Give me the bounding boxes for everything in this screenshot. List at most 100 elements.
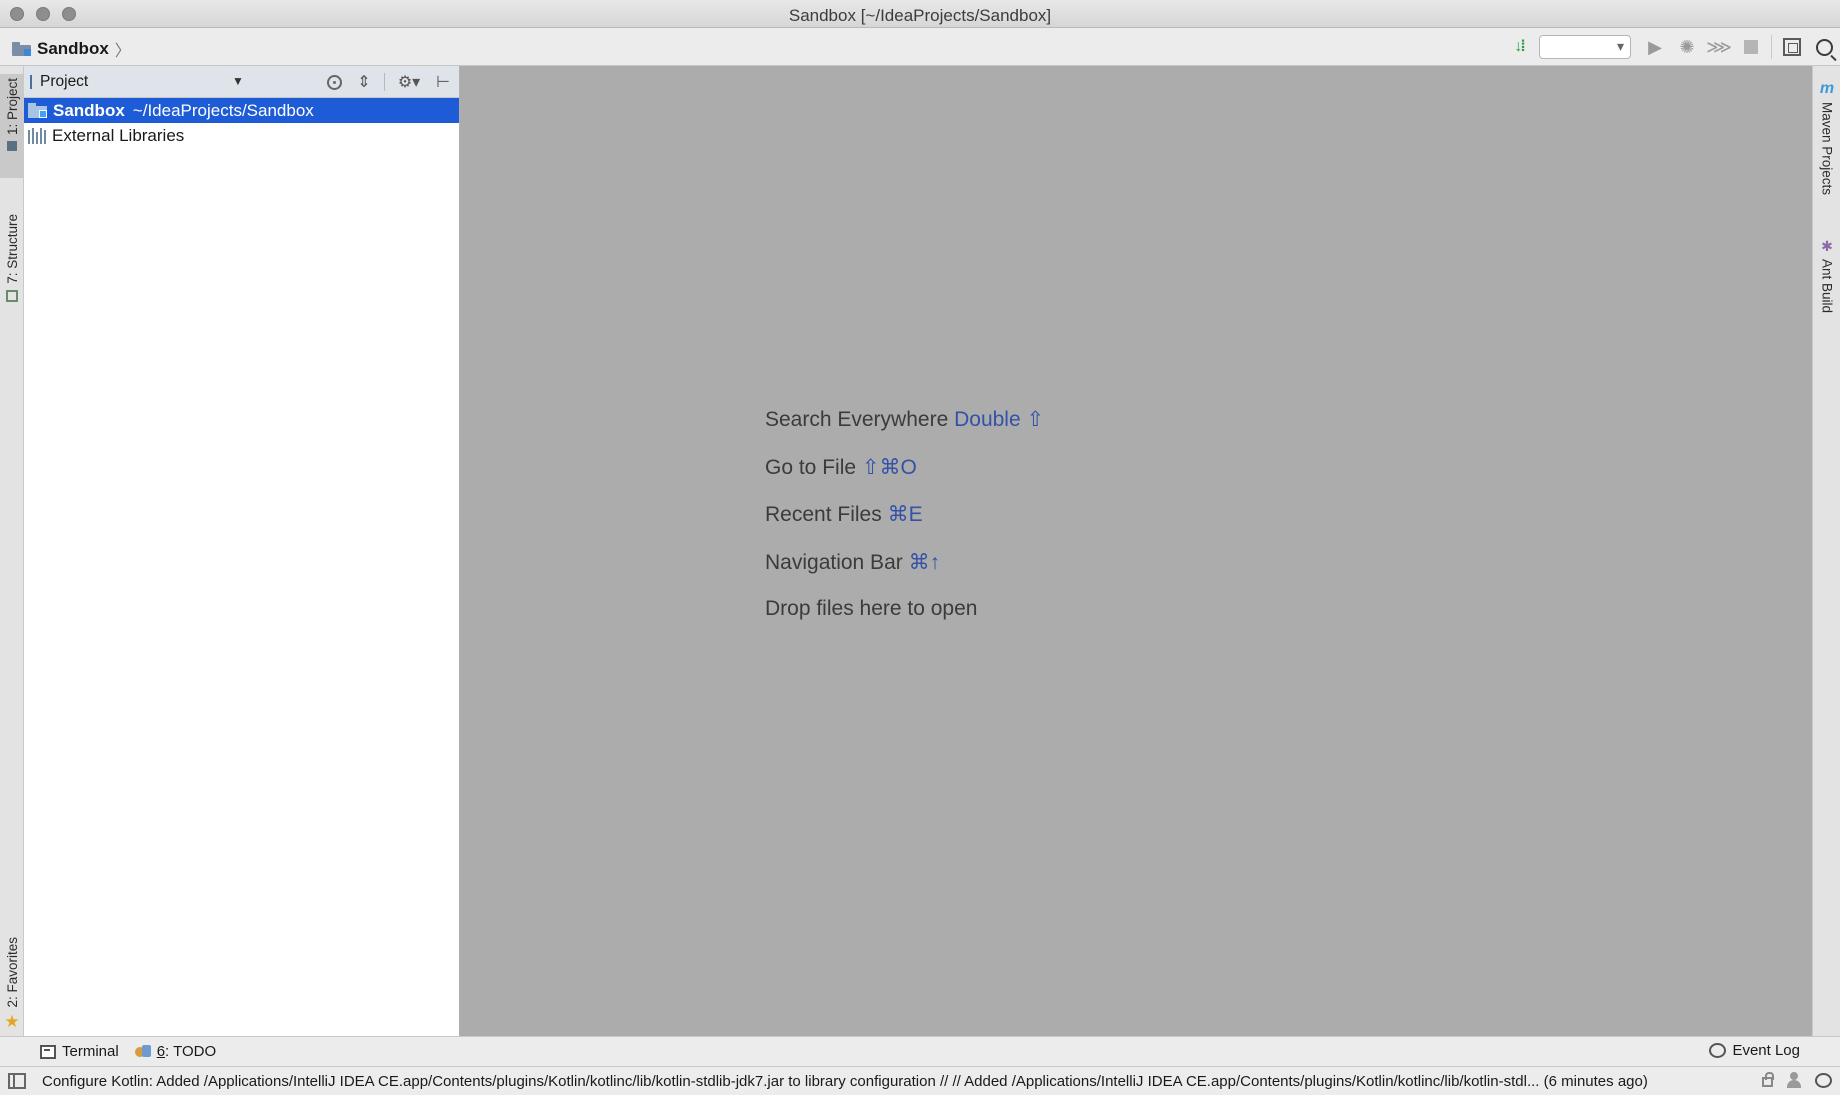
structure-icon: [6, 289, 18, 302]
status-indicators: [1762, 1072, 1832, 1088]
navigation-toolbar: Sandbox 〉 ↓⁞ ▶ ✺ ⋙: [0, 28, 1840, 66]
tab-project-label: 1: Project: [4, 78, 20, 136]
tab-ant-build[interactable]: ✱ Ant Build: [1813, 238, 1840, 388]
project-icon: [7, 141, 17, 152]
tab-favorites[interactable]: 2: Favorites ★: [0, 916, 24, 1036]
status-bar: Configure Kotlin: Added /Applications/In…: [0, 1066, 1840, 1095]
event-log-label: Event Log: [1732, 1042, 1800, 1059]
coverage-icon: ⋙: [1706, 36, 1732, 57]
hint-text: Search Everywhere: [765, 408, 949, 431]
gear-icon: ⚙▾: [397, 74, 421, 91]
todo-label-text: : TODO: [165, 1043, 217, 1060]
stop-icon: [1744, 40, 1758, 54]
hint-search-everywhere: Search Everywhere Double ⇧: [765, 407, 1044, 455]
title-bar: Sandbox [~/IdeaProjects/Sandbox]: [0, 0, 1840, 28]
search-everywhere-button[interactable]: [1808, 32, 1840, 62]
tab-favorites-label: 2: Favorites: [4, 937, 20, 1008]
collapse-all-button[interactable]: ⇕: [354, 72, 374, 92]
terminal-icon: [40, 1044, 56, 1059]
project-tool-window: Project ▼ ⇕ ⚙▾ ⊢ Sandbox ~/IdeaProjects/…: [24, 66, 460, 1036]
project-structure-icon: [1783, 38, 1801, 56]
panel-left-marker-icon: [30, 74, 32, 89]
hint-shortcut: ⇧⌘O: [861, 455, 917, 479]
debug-button[interactable]: ✺: [1671, 32, 1703, 62]
run-icon: ▶: [1648, 36, 1662, 57]
window-title: Sandbox [~/IdeaProjects/Sandbox]: [788, 6, 1052, 25]
maven-icon: m: [1819, 80, 1835, 97]
project-tree: Sandbox ~/IdeaProjects/Sandbox External …: [24, 98, 459, 148]
tree-item-external-libraries[interactable]: External Libraries: [24, 123, 459, 148]
todo-mnemonic: 6: [156, 1043, 166, 1060]
crosshair-icon: [326, 74, 342, 90]
tab-project[interactable]: 1: Project: [0, 74, 24, 178]
hide-panel-button[interactable]: ⊢: [433, 72, 453, 92]
sort-button[interactable]: ↓⁞: [1503, 32, 1535, 62]
todo-tab[interactable]: 6: TODO: [134, 1043, 216, 1060]
project-structure-button[interactable]: [1776, 32, 1808, 62]
terminal-tab[interactable]: Terminal: [40, 1043, 119, 1060]
tab-maven-label: Maven Projects: [1819, 102, 1835, 196]
breadcrumb[interactable]: Sandbox 〉: [12, 37, 131, 61]
hint-shortcut: ⌘E: [887, 503, 923, 526]
editor-empty-area[interactable]: Search Everywhere Double ⇧ Go to File ⇧⌘…: [460, 66, 1812, 1036]
chevron-down-icon[interactable]: ▼: [232, 74, 244, 88]
toolbar-divider: [1771, 35, 1772, 59]
settings-button[interactable]: ⚙▾: [395, 72, 423, 92]
right-tool-stripe: m Maven Projects ✱ Ant Build: [1812, 66, 1840, 1036]
library-icon: [28, 127, 46, 144]
project-folder-icon: [12, 42, 31, 56]
todo-label: 6: TODO: [157, 1043, 216, 1060]
project-view-selector[interactable]: Project: [40, 73, 88, 91]
header-divider: [384, 73, 385, 91]
hide-icon: ⊢: [436, 74, 450, 91]
tree-item-path: ~/IdeaProjects/Sandbox: [132, 100, 314, 120]
tab-structure-label: 7: Structure: [4, 214, 20, 284]
run-button[interactable]: ▶: [1639, 32, 1671, 62]
notifications-icon[interactable]: [1815, 1072, 1832, 1088]
tree-item-sandbox[interactable]: Sandbox ~/IdeaProjects/Sandbox: [24, 98, 459, 123]
hint-navigation-bar: Navigation Bar ⌘↑: [765, 550, 1044, 598]
hint-shortcut: Double ⇧: [954, 408, 1045, 431]
left-tool-stripe: 1: Project 7: Structure 2: Favorites ★: [0, 66, 24, 1036]
tab-ant-label: Ant Build: [1819, 259, 1835, 314]
lock-icon[interactable]: [1762, 1072, 1774, 1087]
event-log-icon: [1709, 1043, 1727, 1058]
tool-windows-bar: Terminal 6: TODO Event Log: [0, 1036, 1840, 1066]
run-config-dropdown[interactable]: [1539, 35, 1631, 59]
editor-hints: Search Everywhere Double ⇧ Go to File ⇧⌘…: [765, 407, 1044, 645]
tree-item-label: Sandbox: [53, 100, 125, 120]
debug-icon: ✺: [1679, 36, 1695, 57]
breadcrumb-chevron-icon: 〉: [114, 43, 131, 60]
sort-icon: ↓⁞: [1514, 38, 1525, 55]
hint-shortcut: ⌘↑: [908, 550, 941, 574]
hint-drop-files: Drop files here to open: [765, 597, 1044, 645]
toggle-tool-windows-icon[interactable]: [8, 1073, 26, 1089]
search-icon: [1815, 38, 1833, 56]
event-log-tab[interactable]: Event Log: [1709, 1042, 1800, 1059]
hint-text: Drop files here to open: [765, 597, 978, 620]
hint-text: Go to File: [765, 455, 857, 479]
terminal-label: Terminal: [62, 1043, 119, 1060]
inspector-icon[interactable]: [1787, 1072, 1801, 1088]
status-message[interactable]: Configure Kotlin: Added /Applications/In…: [42, 1073, 1732, 1090]
tab-maven-projects[interactable]: m Maven Projects: [1813, 80, 1840, 230]
tab-structure[interactable]: 7: Structure: [0, 188, 24, 364]
stop-button[interactable]: [1735, 32, 1767, 62]
toolbar-actions: ↓⁞ ▶ ✺ ⋙: [1503, 28, 1840, 66]
hint-recent-files: Recent Files ⌘E: [765, 502, 1044, 550]
coverage-button[interactable]: ⋙: [1703, 32, 1735, 62]
breadcrumb-project[interactable]: Sandbox: [37, 39, 109, 59]
ide-window: Sandbox [~/IdeaProjects/Sandbox] Sandbox…: [0, 0, 1840, 1095]
project-panel-header: Project ▼ ⇕ ⚙▾ ⊢: [24, 66, 459, 98]
project-panel-actions: ⇕ ⚙▾ ⊢: [324, 70, 453, 94]
hint-text: Recent Files: [765, 503, 882, 526]
module-folder-icon: [28, 103, 47, 118]
hint-text: Navigation Bar: [765, 550, 903, 574]
todo-icon: [134, 1044, 151, 1059]
hint-go-to-file: Go to File ⇧⌘O: [765, 455, 1044, 503]
collapse-icon: ⇕: [357, 74, 371, 91]
star-icon: ★: [4, 1012, 20, 1031]
ant-icon: ✱: [1821, 238, 1833, 254]
scroll-from-source-button[interactable]: [324, 72, 344, 92]
tree-item-label: External Libraries: [52, 125, 185, 145]
